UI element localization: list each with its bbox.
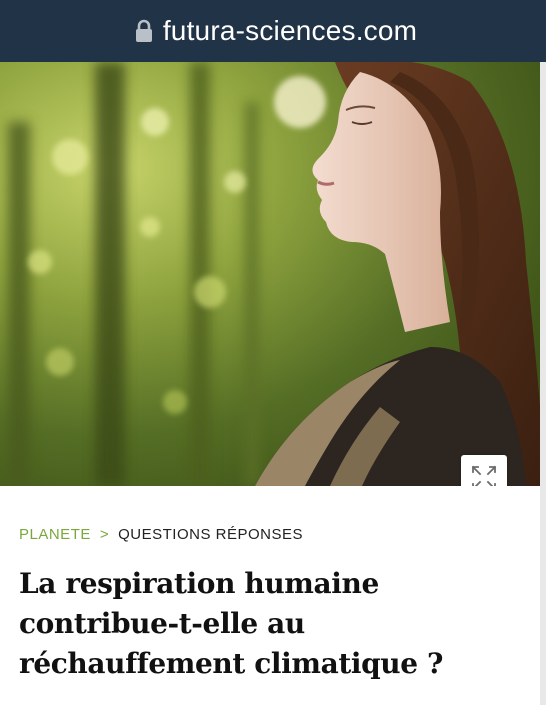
expand-image-button[interactable] — [461, 455, 507, 486]
hero-photo — [0, 62, 546, 486]
url-display[interactable]: futura-sciences.com — [135, 15, 417, 47]
title-line: réchauffement climatique ? — [19, 647, 444, 680]
lock-icon — [135, 19, 152, 42]
breadcrumb-section-link[interactable]: QUESTIONS RÉPONSES — [118, 526, 303, 543]
hero-image — [0, 62, 546, 486]
breadcrumb-separator: > — [99, 526, 110, 543]
title-line: contribue-t-elle au — [19, 607, 305, 640]
url-text: futura-sciences.com — [162, 15, 418, 46]
breadcrumb-category-link[interactable]: PLANETE — [19, 526, 91, 543]
address-bar[interactable]: futura-sciences.com — [0, 0, 546, 62]
page-title: La respiration humaine contribue-t-elle … — [19, 564, 529, 684]
title-line: La respiration humaine — [19, 567, 379, 600]
breadcrumb: PLANETE > QUESTIONS RÉPONSES — [19, 526, 303, 543]
expand-icon — [471, 465, 497, 486]
scrollbar-track — [540, 62, 546, 705]
